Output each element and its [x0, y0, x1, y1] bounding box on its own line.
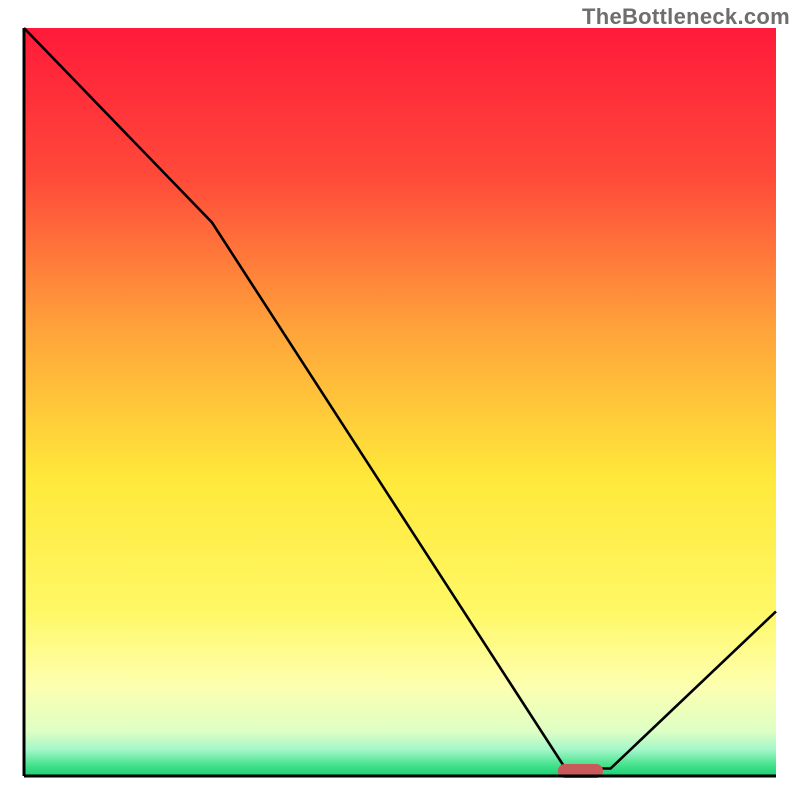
- chart-gradient-background: [24, 28, 776, 776]
- watermark-text: TheBottleneck.com: [582, 4, 790, 30]
- bottleneck-chart: [0, 0, 800, 800]
